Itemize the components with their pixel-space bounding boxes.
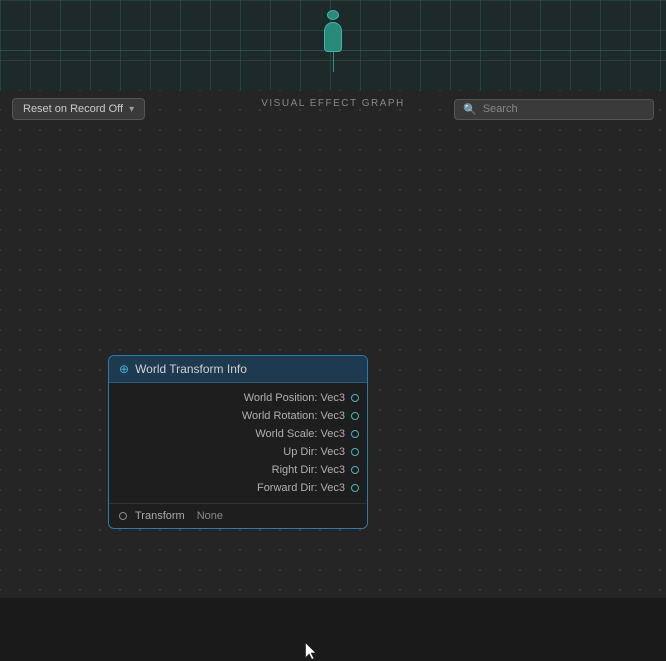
- node-row: World Scale: Vec3: [109, 425, 367, 443]
- node-row: World Rotation: Vec3: [109, 407, 367, 425]
- port-label-2: World Scale: Vec3: [255, 428, 345, 440]
- search-icon: 🔍: [463, 103, 477, 116]
- cursor: [305, 643, 317, 661]
- search-input[interactable]: [483, 103, 645, 115]
- node-card: ⊕ World Transform Info World Position: V…: [108, 355, 368, 529]
- node-title: World Transform Info: [135, 362, 247, 376]
- port-dot-2[interactable]: [351, 430, 359, 438]
- world-icon: ⊕: [119, 362, 129, 376]
- port-dot-3[interactable]: [351, 448, 359, 456]
- node-row: Up Dir: Vec3: [109, 443, 367, 461]
- node-row: Forward Dir: Vec3: [109, 479, 367, 497]
- port-dot-0[interactable]: [351, 394, 359, 402]
- input-label: Transform: [135, 510, 185, 522]
- header-bar: Reset on Record Off ▾ 🔍: [0, 90, 666, 128]
- node-footer: Transform None: [109, 503, 367, 528]
- viewport-object: [324, 10, 342, 72]
- main-area: VISUAL EFFECT GRAPH Reset on Record Off …: [0, 90, 666, 598]
- port-dot-4[interactable]: [351, 466, 359, 474]
- port-label-4: Right Dir: Vec3: [272, 464, 345, 476]
- record-dropdown[interactable]: Reset on Record Off ▾: [12, 98, 145, 120]
- input-value: None: [197, 510, 223, 522]
- object-body: [324, 22, 342, 52]
- port-label-1: World Rotation: Vec3: [242, 410, 345, 422]
- node-header: ⊕ World Transform Info: [109, 356, 367, 383]
- port-label-5: Forward Dir: Vec3: [257, 482, 345, 494]
- search-box: 🔍: [454, 99, 654, 120]
- viewport: [0, 0, 666, 90]
- object-head: [327, 10, 339, 20]
- chevron-down-icon: ▾: [129, 104, 134, 115]
- input-port[interactable]: [119, 512, 127, 520]
- node-body: World Position: Vec3 World Rotation: Vec…: [109, 383, 367, 503]
- dropdown-label: Reset on Record Off: [23, 103, 123, 115]
- port-label-3: Up Dir: Vec3: [283, 446, 345, 458]
- node-row: World Position: Vec3: [109, 389, 367, 407]
- object-line: [333, 52, 334, 72]
- port-dot-1[interactable]: [351, 412, 359, 420]
- port-label-0: World Position: Vec3: [244, 392, 345, 404]
- port-dot-5[interactable]: [351, 484, 359, 492]
- node-row: Right Dir: Vec3: [109, 461, 367, 479]
